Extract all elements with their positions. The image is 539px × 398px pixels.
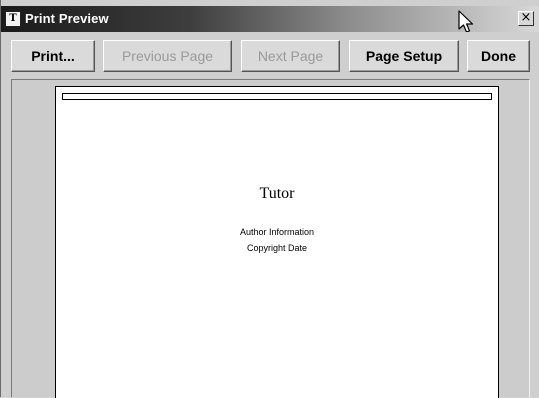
- copyright-date: Copyright Date: [246, 243, 308, 253]
- print-button[interactable]: Print...: [11, 40, 95, 72]
- preview-page: Tutor Author Information Copyright Date: [55, 86, 499, 398]
- app-logo-icon: T: [5, 11, 21, 27]
- toolbar: Print... Previous Page Next Page Page Se…: [1, 32, 539, 80]
- close-button[interactable]: ×: [518, 11, 534, 26]
- print-preview-window: T Print Preview × Print... Previous Page…: [0, 0, 539, 398]
- previous-page-button[interactable]: Previous Page: [103, 40, 232, 72]
- done-button[interactable]: Done: [467, 40, 530, 72]
- window-title: Print Preview: [25, 11, 109, 26]
- page-header-rule: [62, 93, 492, 100]
- next-page-button[interactable]: Next Page: [241, 40, 340, 72]
- document-title: Tutor: [259, 185, 295, 202]
- page-setup-button[interactable]: Page Setup: [349, 40, 459, 72]
- preview-viewport[interactable]: Tutor Author Information Copyright Date: [11, 79, 530, 398]
- close-icon: ×: [520, 10, 532, 25]
- author-information: Author Information: [239, 227, 315, 237]
